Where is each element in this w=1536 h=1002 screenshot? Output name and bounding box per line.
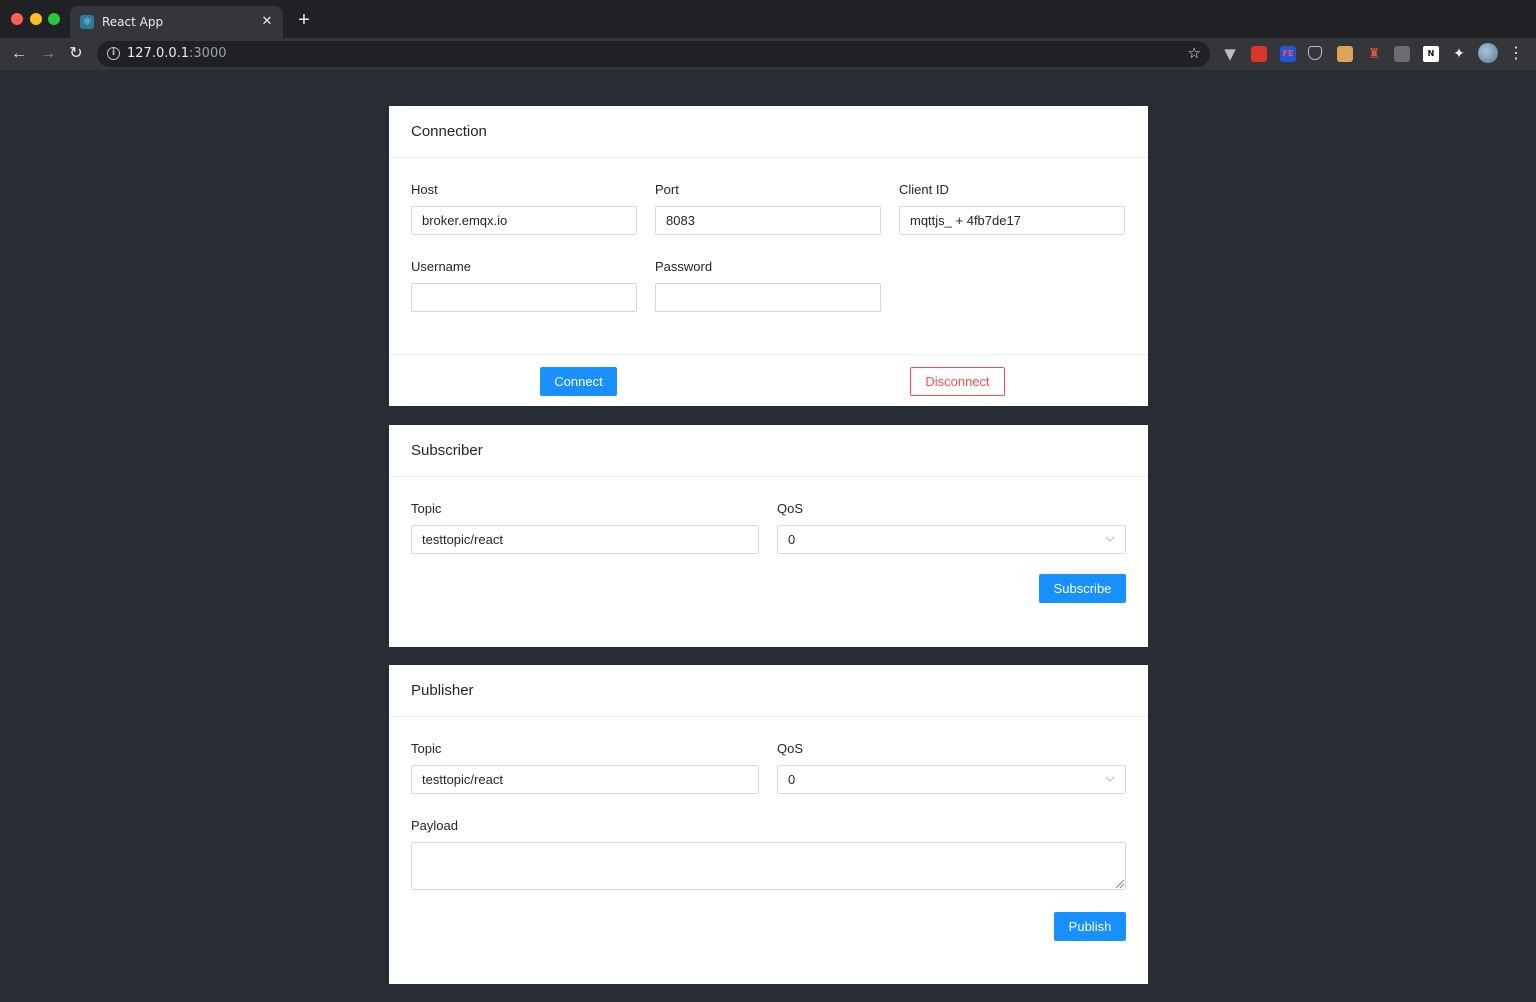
fe-extension-icon[interactable]: FE — [1280, 46, 1296, 62]
pocket-extension-icon[interactable] — [1308, 46, 1322, 60]
vue-devtools-extension-icon[interactable]: ▼ — [1222, 46, 1238, 62]
react-logo-icon: ⚛ — [80, 15, 94, 29]
subscriber-topic-label: Topic — [411, 501, 442, 516]
extension-icon[interactable] — [1394, 46, 1410, 62]
address-bar[interactable]: i 127.0.0.1:3000 ☆ — [97, 41, 1210, 67]
connection-card-header: Connection — [389, 106, 1148, 158]
browser-toolbar: ← → ↻ i 127.0.0.1:3000 ☆ ▼ FE ♜ N ✦ ⋮ — [0, 38, 1536, 70]
subscriber-qos-select[interactable]: 0 — [777, 525, 1126, 554]
username-input[interactable] — [411, 283, 637, 312]
payload-label: Payload — [411, 818, 458, 833]
publisher-topic-input[interactable]: testtopic/react — [411, 765, 759, 794]
profile-avatar[interactable] — [1478, 43, 1498, 63]
publisher-card-header: Publisher — [389, 665, 1148, 717]
password-input[interactable] — [655, 283, 881, 312]
url-text: 127.0.0.1:3000 — [127, 46, 227, 61]
port-input[interactable]: 8083 — [655, 206, 881, 235]
connection-actions: Connect Disconnect — [389, 354, 1148, 406]
new-tab-icon[interactable]: + — [294, 10, 314, 30]
reload-icon[interactable]: ↻ — [66, 44, 86, 64]
publisher-title: Publisher — [411, 682, 474, 699]
subscribe-button[interactable]: Subscribe — [1039, 574, 1126, 603]
publisher-topic-label: Topic — [411, 741, 442, 756]
extensions-puzzle-icon[interactable]: ✦ — [1451, 46, 1467, 62]
browser-menu-icon[interactable]: ⋮ — [1508, 44, 1524, 64]
payload-textarea[interactable] — [411, 842, 1126, 890]
tab-title: React App — [102, 15, 164, 29]
notion-extension-icon[interactable]: N — [1423, 46, 1439, 62]
connect-button[interactable]: Connect — [540, 367, 617, 396]
host-input[interactable]: broker.emqx.io — [411, 206, 637, 235]
publisher-qos-select[interactable]: 0 — [777, 765, 1126, 794]
username-label: Username — [411, 259, 471, 274]
back-arrow-icon[interactable]: ← — [9, 44, 29, 64]
password-label: Password — [655, 259, 713, 274]
host-label: Host — [411, 182, 438, 197]
browser-titlebar: ⚛ React App ✕ + — [0, 0, 1536, 38]
tab-close-icon[interactable]: ✕ — [259, 13, 275, 29]
client-id-input[interactable]: mqttjs_ + 4fb7de17 — [899, 206, 1125, 235]
url-port: :3000 — [189, 46, 227, 61]
connection-title: Connection — [411, 123, 487, 140]
maximize-window-button[interactable] — [48, 13, 60, 25]
minimize-window-button[interactable] — [30, 13, 42, 25]
chevron-down-icon — [1105, 534, 1115, 544]
client-id-label: Client ID — [899, 182, 949, 197]
subscriber-qos-label: QoS — [777, 501, 804, 516]
extension-icon[interactable] — [1251, 46, 1267, 62]
subscriber-title: Subscriber — [411, 442, 483, 459]
publisher-qos-value: 0 — [788, 772, 796, 787]
extension-icon[interactable]: ♜ — [1366, 46, 1382, 62]
publisher-card: Publisher Topic testtopic/react QoS 0 Pa… — [389, 665, 1148, 984]
close-window-button[interactable] — [11, 13, 23, 25]
subscriber-topic-input[interactable]: testtopic/react — [411, 525, 759, 554]
browser-tab[interactable]: ⚛ React App ✕ — [70, 6, 283, 38]
disconnect-button[interactable]: Disconnect — [910, 367, 1005, 396]
publisher-qos-label: QoS — [777, 741, 804, 756]
bookmark-star-icon[interactable]: ☆ — [1188, 44, 1201, 62]
site-info-icon[interactable]: i — [107, 47, 120, 60]
subscriber-qos-value: 0 — [788, 532, 796, 547]
resize-grip-icon[interactable] — [1116, 880, 1124, 888]
publish-button[interactable]: Publish — [1054, 912, 1126, 941]
forward-arrow-icon[interactable]: → — [38, 44, 58, 64]
subscriber-card-header: Subscriber — [389, 425, 1148, 477]
extension-icon[interactable] — [1337, 46, 1353, 62]
url-host: 127.0.0.1 — [127, 46, 190, 61]
subscriber-card: Subscriber Topic testtopic/react QoS 0 S… — [389, 425, 1148, 647]
connection-card: Connection Host broker.emqx.io Port 8083… — [389, 106, 1148, 406]
chevron-down-icon — [1105, 774, 1115, 784]
port-label: Port — [655, 182, 679, 197]
